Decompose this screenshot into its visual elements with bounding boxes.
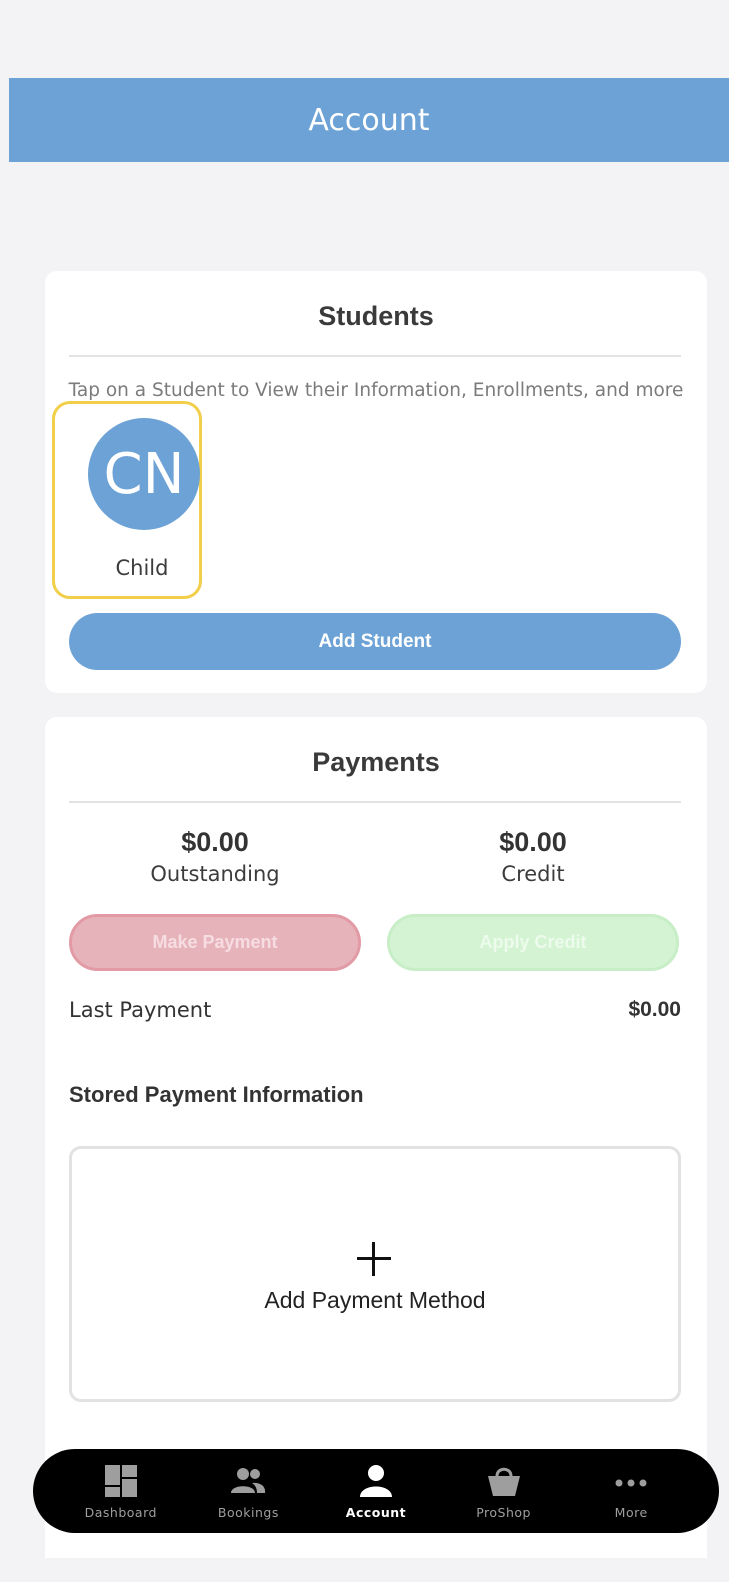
outstanding-label: Outstanding: [150, 862, 280, 886]
make-payment-button[interactable]: Make Payment: [69, 914, 361, 971]
add-payment-method-button[interactable]: Add Payment Method: [69, 1146, 681, 1402]
students-title: Students: [318, 301, 434, 331]
last-payment-label: Last Payment: [69, 998, 212, 1022]
tab-proshop[interactable]: ProShop: [449, 1463, 559, 1520]
more-icon: [615, 1479, 647, 1486]
basket-icon: [487, 1467, 520, 1496]
last-payment-row: Last Payment $0.00: [69, 998, 681, 1022]
stored-payment-title: Stored Payment Information: [69, 1082, 364, 1107]
student-tile[interactable]: CN Child: [52, 401, 202, 599]
payments-title: Payments: [312, 747, 440, 777]
outstanding-summary: $0.00 Outstanding: [65, 825, 365, 889]
student-name: Child: [115, 556, 169, 580]
tab-label: More: [614, 1504, 648, 1520]
avatar: CN: [88, 418, 200, 530]
bottom-tab-bar: Dashboard Bookings Account ProShop More: [33, 1449, 719, 1533]
students-divider: [69, 355, 681, 357]
last-payment-value: $0.00: [628, 998, 681, 1021]
tab-label: Account: [345, 1504, 407, 1520]
tab-label: Dashboard: [84, 1504, 157, 1520]
apply-credit-button[interactable]: Apply Credit: [387, 914, 679, 971]
credit-summary: $0.00 Credit: [383, 825, 683, 889]
app-screen: Account Students Tap on a Student to Vie…: [9, 6, 729, 1558]
payments-card: Payments $0.00 Outstanding $0.00 Credit …: [45, 717, 707, 1558]
add-student-button[interactable]: Add Student: [69, 613, 681, 670]
payments-divider: [69, 801, 681, 803]
add-payment-method-label: Add Payment Method: [264, 1287, 486, 1313]
tab-label: ProShop: [476, 1504, 531, 1520]
tab-more[interactable]: More: [576, 1463, 686, 1520]
app-header: Account: [9, 78, 729, 162]
outstanding-amount: $0.00: [181, 827, 249, 857]
tab-account[interactable]: Account: [321, 1463, 431, 1520]
students-card: Students Tap on a Student to View their …: [45, 271, 707, 693]
plus-icon: [357, 1242, 391, 1276]
tab-bookings[interactable]: Bookings: [193, 1463, 303, 1520]
tab-label: Bookings: [217, 1504, 279, 1520]
dashboard-icon: [104, 1464, 137, 1497]
credit-amount: $0.00: [499, 827, 567, 857]
page-title: Account: [308, 102, 430, 138]
people-icon: [231, 1467, 266, 1493]
credit-label: Credit: [501, 862, 565, 886]
students-hint: Tap on a Student to View their Informati…: [68, 380, 684, 401]
tab-dashboard[interactable]: Dashboard: [66, 1463, 176, 1520]
person-icon: [359, 1464, 392, 1497]
